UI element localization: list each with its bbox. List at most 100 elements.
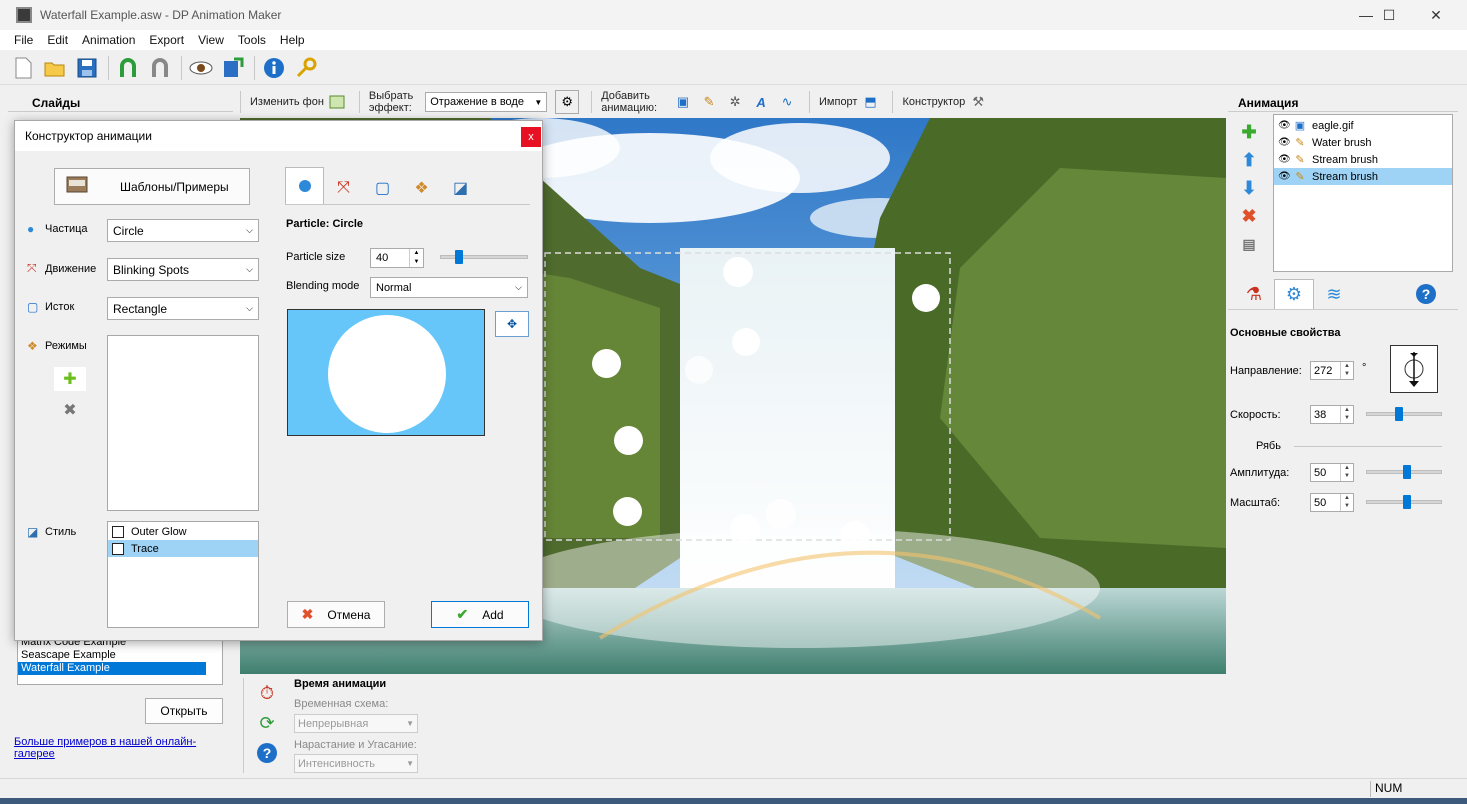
add-button[interactable]: ✔ Add	[431, 601, 529, 628]
tools-icon[interactable]: ⚒	[968, 92, 988, 112]
layer-item-selected[interactable]: 👁 ✎ Stream brush	[1274, 168, 1452, 185]
slides-list[interactable]: Matrix Code Example Seascape Example Wat…	[17, 635, 223, 685]
background-icon[interactable]	[327, 92, 347, 112]
menu-animation[interactable]: Animation	[75, 33, 142, 47]
dialog-close-button[interactable]: x	[521, 127, 541, 147]
save-icon[interactable]	[72, 53, 102, 83]
layer-item[interactable]: 👁 ✎ Water brush	[1274, 134, 1452, 151]
layer-properties-icon[interactable]: ▤	[1236, 230, 1262, 258]
tab-wind[interactable]: ≋	[1314, 279, 1354, 309]
tab-settings[interactable]: ⚙	[1274, 279, 1314, 309]
style-item-outer-glow[interactable]: Outer Glow	[108, 523, 258, 540]
loop-icon[interactable]: ⟳	[254, 710, 280, 736]
particle	[732, 328, 760, 356]
motion-select[interactable]: Blinking Spots ⌵	[107, 258, 259, 281]
effect-settings-icon[interactable]: ⚙	[555, 90, 580, 114]
preview-icon[interactable]	[186, 53, 216, 83]
brush-icon[interactable]: ✎	[699, 92, 719, 112]
help-icon[interactable]: ?	[254, 740, 280, 766]
clock-icon[interactable]: ⏱	[254, 680, 280, 706]
tab-particle[interactable]	[285, 167, 324, 204]
eye-icon[interactable]: 👁	[1278, 171, 1292, 182]
cancel-button[interactable]: ✖ Отмена	[287, 601, 385, 628]
templates-icon	[65, 174, 95, 199]
open-button[interactable]: Открыть	[145, 698, 223, 724]
import-label[interactable]: Импорт	[819, 96, 857, 108]
move-up-icon[interactable]: ⬆	[1236, 146, 1262, 174]
particle-size-spinner[interactable]: 40 ▲ ▼	[370, 248, 424, 268]
slider-thumb[interactable]	[1403, 465, 1411, 479]
maximize-button[interactable]: ☐	[1366, 0, 1412, 30]
tab-motion[interactable]: ⤧	[324, 171, 363, 204]
undo-icon[interactable]	[113, 53, 143, 83]
time-scheme-select[interactable]: Непрерывная ▼	[294, 714, 418, 733]
amplitude-slider[interactable]	[1366, 465, 1442, 479]
motion-label: ⤧ Движение	[27, 261, 97, 275]
key-icon[interactable]	[291, 53, 321, 83]
eye-icon[interactable]: 👁	[1278, 137, 1292, 148]
eye-icon[interactable]: 👁	[1278, 120, 1292, 131]
redo-icon[interactable]	[145, 53, 175, 83]
gallery-link[interactable]: Больше примеров в нашей онлайн-галерее	[14, 736, 233, 760]
menu-tools[interactable]: Tools	[231, 33, 273, 47]
import-icon[interactable]: ⬒	[860, 92, 880, 112]
blending-mode-select[interactable]: Normal ⌵	[370, 277, 528, 298]
modes-list[interactable]	[107, 335, 259, 511]
brush-icon: ✎	[1295, 154, 1305, 166]
remove-mode-icon[interactable]: ✖	[54, 398, 86, 422]
layers-list[interactable]: 👁 ▣ eagle.gif 👁 ✎ Water brush 👁 ✎ Stream brush…	[1273, 114, 1453, 272]
text-icon[interactable]: A	[751, 92, 771, 112]
tab-brush[interactable]: ⚗	[1234, 279, 1274, 309]
style-item-trace[interactable]: Trace	[108, 540, 258, 557]
constructor-label[interactable]: Конструктор	[902, 96, 965, 108]
scale-spinner[interactable]: 50 ▲ ▼	[1310, 493, 1354, 512]
amplitude-spinner[interactable]: 50 ▲ ▼	[1310, 463, 1354, 482]
desktop-background	[0, 798, 1467, 804]
tab-source[interactable]: ▢	[363, 171, 402, 204]
layer-item[interactable]: 👁 ▣ eagle.gif	[1274, 117, 1452, 134]
move-down-icon[interactable]: ⬇	[1236, 174, 1262, 202]
particle-select[interactable]: Circle ⌵	[107, 219, 259, 242]
slider-thumb[interactable]	[1403, 495, 1411, 509]
checkbox[interactable]	[112, 525, 124, 538]
delete-layer-icon[interactable]: ✖	[1236, 202, 1262, 230]
list-item[interactable]: Seascape Example	[18, 649, 222, 662]
source-select[interactable]: Rectangle ⌵	[107, 297, 259, 320]
export-icon[interactable]	[218, 53, 248, 83]
fit-preview-icon[interactable]: ✥	[495, 311, 529, 337]
tab-style[interactable]: ◪	[441, 171, 480, 204]
menu-edit[interactable]: Edit	[40, 33, 75, 47]
tab-modes[interactable]: ❖	[402, 171, 441, 204]
direction-dial[interactable]	[1390, 345, 1438, 393]
eye-icon[interactable]: 👁	[1278, 154, 1292, 165]
menu-export[interactable]: Export	[142, 33, 191, 47]
open-icon[interactable]	[40, 53, 70, 83]
layer-item[interactable]: 👁 ✎ Stream brush	[1274, 151, 1452, 168]
effect-select[interactable]: Отражение в воде ▼	[425, 92, 548, 112]
change-background-label[interactable]: Изменить фон	[250, 96, 324, 108]
menu-view[interactable]: View	[191, 33, 231, 47]
particle-size-slider[interactable]	[440, 250, 528, 264]
particles-icon[interactable]: ✲	[725, 92, 745, 112]
add-layer-icon[interactable]: ✚	[1236, 118, 1262, 146]
new-icon[interactable]	[8, 53, 38, 83]
menu-file[interactable]: File	[0, 33, 40, 47]
templates-button[interactable]: Шаблоны/Примеры	[54, 168, 250, 205]
slider-thumb[interactable]	[1395, 407, 1403, 421]
list-item-selected[interactable]: Waterfall Example	[18, 662, 206, 675]
help-icon[interactable]: ?	[1406, 279, 1446, 309]
scale-slider[interactable]	[1366, 495, 1442, 509]
checkbox[interactable]	[112, 542, 124, 555]
speed-spinner[interactable]: 38 ▲ ▼	[1310, 405, 1354, 424]
add-mode-icon[interactable]: ✚	[54, 367, 86, 391]
image-icon[interactable]: ▣	[673, 92, 693, 112]
speed-slider[interactable]	[1366, 407, 1442, 421]
info-icon[interactable]	[259, 53, 289, 83]
direction-spinner[interactable]: 272 ▲ ▼	[1310, 361, 1354, 380]
styles-list[interactable]: Outer Glow Trace	[107, 521, 259, 628]
wave-icon[interactable]: ∿	[777, 92, 797, 112]
slider-thumb[interactable]	[455, 250, 463, 264]
fade-select[interactable]: Интенсивность ▼	[294, 754, 418, 773]
close-window-button[interactable]: ✕	[1413, 0, 1459, 30]
menu-help[interactable]: Help	[273, 33, 312, 47]
